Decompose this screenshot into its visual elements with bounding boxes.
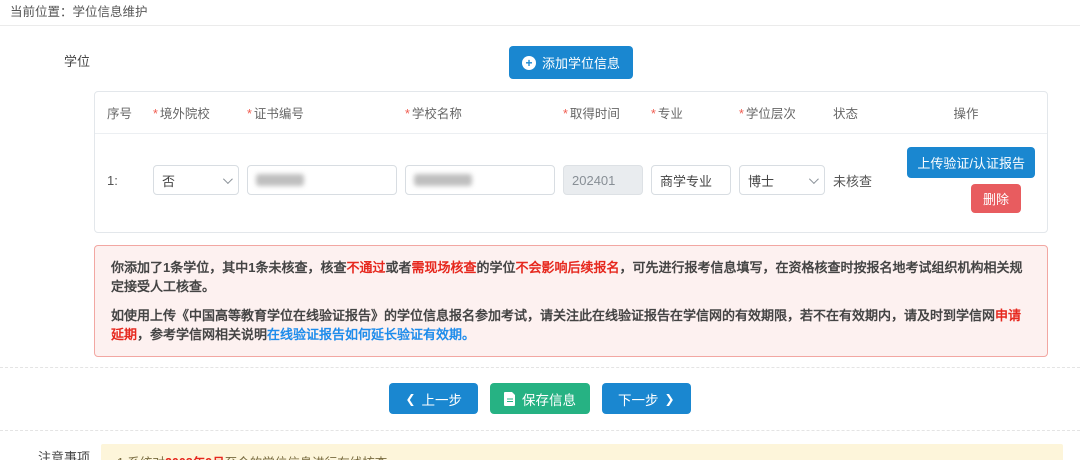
required-marker: *: [153, 107, 158, 121]
notice-paragraph-1: 你添加了1条学位，其中1条未核查，核查不通过或者需现场核查的学位不会影响后续报名…: [111, 258, 1031, 296]
previous-step-label: 上一步: [422, 389, 463, 409]
col-header-overseas: *境外院校: [153, 103, 239, 122]
redacted-value: [414, 174, 472, 186]
overseas-school-select[interactable]: 否: [153, 165, 239, 195]
operation-cell: 上传验证/认证报告 删除: [897, 147, 1035, 213]
required-marker: *: [563, 107, 568, 121]
text-segment: ，参考学信网相关说明: [137, 327, 267, 342]
notes-section-label: 注意事项: [0, 444, 90, 460]
text-segment: 需现场核查: [412, 260, 477, 275]
redacted-value: [256, 174, 304, 186]
status-badge: 未核查: [833, 171, 889, 190]
degree-table: 序号 *境外院校 *证书编号 *学校名称 *取得时间 *专业 *学位层次 状态 …: [94, 91, 1048, 233]
delete-button[interactable]: 删除: [971, 184, 1021, 213]
degree-section-label: 学位: [0, 46, 90, 357]
degree-section-content: + 添加学位信息 序号 *境外院校 *证书编号 *学校名称 *取得时间 *专业 …: [94, 46, 1048, 357]
required-marker: *: [247, 107, 252, 121]
plus-circle-icon: +: [522, 56, 536, 70]
text-segment: 你添加了1条学位，其中1条未核查，核查: [111, 260, 346, 275]
required-marker: *: [739, 107, 744, 121]
col-header-certificate-no: *证书编号: [247, 103, 397, 122]
document-icon: [504, 392, 516, 406]
note-item-1: 1.系统对2008年9月至今的学位信息进行在线核查。: [117, 455, 1047, 460]
notes-box: 1.系统对2008年9月至今的学位信息进行在线核查。 2.学位信息在线核查为“未…: [101, 444, 1063, 460]
chevron-left-icon: ❮: [405, 392, 415, 406]
degree-level-select[interactable]: 博士: [739, 165, 825, 195]
col-header-major: *专业: [651, 103, 731, 122]
notice-paragraph-2: 如使用上传《中国高等教育学位在线验证报告》的学位信息报名参加考试，请关注此在线验…: [111, 306, 1031, 344]
text-segment: 不通过: [346, 260, 385, 275]
degree-table-header: 序号 *境外院校 *证书编号 *学校名称 *取得时间 *专业 *学位层次 状态 …: [95, 92, 1047, 134]
step-actions: ❮ 上一步 保存信息 下一步 ❯: [0, 368, 1080, 430]
chevron-right-icon: ❯: [665, 392, 675, 406]
save-info-button[interactable]: 保存信息: [490, 383, 590, 414]
verification-notice-box: 你添加了1条学位，其中1条未核查，核查不通过或者需现场核查的学位不会影响后续报名…: [94, 245, 1048, 357]
add-degree-button-label: 添加学位信息: [542, 53, 620, 72]
col-header-index: 序号: [107, 103, 145, 122]
obtain-time-input: [563, 165, 643, 195]
degree-section: 学位 + 添加学位信息 序号 *境外院校 *证书编号 *学校名称 *取得时间 *…: [0, 46, 1080, 357]
col-header-status: 状态: [833, 103, 889, 122]
text-segment: 或者: [385, 260, 411, 275]
next-step-label: 下一步: [618, 389, 659, 409]
school-name-input[interactable]: [405, 165, 555, 195]
col-header-degree-level: *学位层次: [739, 103, 825, 122]
certificate-no-input[interactable]: [247, 165, 397, 195]
text-segment: 如使用上传《中国高等教育学位在线验证报告》的学位信息报名参加考试，请关注此在线验…: [111, 308, 995, 323]
text-segment: 的学位: [477, 260, 516, 275]
add-degree-button[interactable]: + 添加学位信息: [509, 46, 633, 79]
overseas-school-value: 否: [162, 171, 175, 190]
major-input[interactable]: [651, 165, 731, 195]
chevron-down-icon: [223, 174, 233, 184]
required-marker: *: [651, 107, 656, 121]
add-degree-row: + 添加学位信息: [94, 46, 1048, 79]
previous-step-button[interactable]: ❮ 上一步: [389, 383, 478, 414]
next-step-button[interactable]: 下一步 ❯: [602, 383, 691, 414]
inline-link[interactable]: 在线验证报告如何延长验证有效期。: [267, 327, 475, 342]
text-segment: 至今的学位信息进行在线核查。: [225, 456, 400, 460]
table-row: 1: 否 博士 未核查 上传验证/认证: [95, 134, 1047, 232]
text-segment: 1.系统对: [117, 456, 165, 460]
degree-level-value: 博士: [748, 171, 774, 190]
col-header-school-name: *学校名称: [405, 103, 555, 122]
col-header-obtain-time: *取得时间: [563, 103, 643, 122]
chevron-down-icon: [809, 174, 819, 184]
upload-report-button[interactable]: 上传验证/认证报告: [907, 147, 1035, 178]
required-marker: *: [405, 107, 410, 121]
col-header-operation: 操作: [897, 103, 1035, 122]
breadcrumb: 当前位置：学位信息维护: [0, 0, 1080, 26]
text-segment: 不会影响后续报名: [516, 260, 620, 275]
save-info-label: 保存信息: [522, 389, 576, 409]
text-segment: 2008年9月: [165, 456, 225, 460]
row-index: 1:: [107, 173, 145, 188]
notes-section: 注意事项 1.系统对2008年9月至今的学位信息进行在线核查。 2.学位信息在线…: [0, 431, 1080, 460]
